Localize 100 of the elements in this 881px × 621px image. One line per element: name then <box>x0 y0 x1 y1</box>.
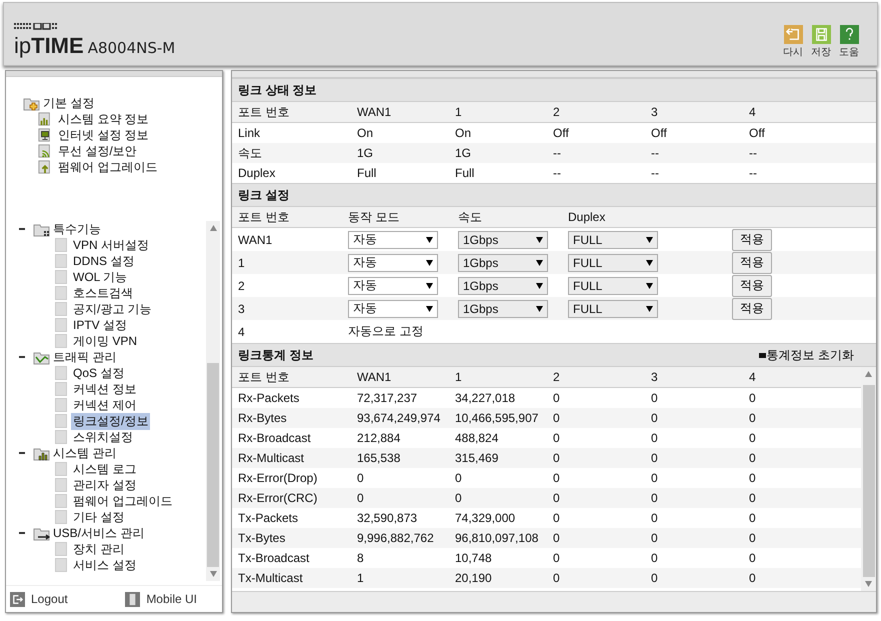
table-cell-text: 0 <box>553 491 561 505</box>
menu-item[interactable]: 스위치설정 <box>71 428 135 446</box>
menu-item[interactable]: WOL 기능 <box>71 268 130 286</box>
menu-item[interactable]: 시스템 요약 정보 <box>58 110 149 128</box>
row-label: Rx-Bytes <box>238 411 288 425</box>
menu-item[interactable]: 장치 관리 <box>71 540 126 558</box>
menu-item[interactable]: 관리자 설정 <box>71 476 138 494</box>
reset-stats-link[interactable]: 통계정보 초기화 <box>758 346 854 364</box>
scroll-up-icon[interactable] <box>865 371 872 377</box>
scroll-down-icon[interactable] <box>210 571 216 578</box>
apply-button[interactable]: 적용 <box>732 298 772 320</box>
apply-button[interactable]: 적용 <box>732 274 772 296</box>
table-cell-text: -- <box>651 146 660 160</box>
row-label: 3 <box>238 302 246 316</box>
row-label: 2 <box>238 278 246 292</box>
menu-group[interactable]: 트래픽 관리 <box>53 348 116 366</box>
scroll-up-icon[interactable] <box>210 224 216 231</box>
bar-chart-icon <box>38 112 52 126</box>
scrollbar[interactable] <box>206 221 220 581</box>
table-cell-text: 0 <box>749 491 757 505</box>
column-header: Duplex <box>568 210 606 224</box>
menu-item[interactable]: 기타 설정 <box>71 508 126 526</box>
table-cell-text: 8 <box>357 551 365 565</box>
page-icon <box>55 254 67 268</box>
menu-item[interactable]: 호스트검색 <box>71 284 135 302</box>
save-icon[interactable] <box>812 25 830 44</box>
menu-item[interactable]: IPTV 설정 <box>71 316 130 334</box>
column-header: 포트 번호 <box>238 104 290 120</box>
table-cell-text: -- <box>749 166 758 180</box>
column-header: 동작 모드 <box>348 208 400 226</box>
toolbar-button[interactable]: 저장 <box>811 25 831 59</box>
menu-item[interactable]: DDNS 설정 <box>71 252 136 270</box>
phone-icon[interactable] <box>125 592 140 606</box>
reset-icon[interactable] <box>758 352 766 358</box>
menu-item[interactable]: 커넥션 제어 <box>71 396 138 414</box>
menu-item[interactable]: 서비스 설정 <box>71 556 138 574</box>
help-icon[interactable] <box>840 25 858 44</box>
table-cell-text: -- <box>651 166 660 180</box>
toolbar-button[interactable]: 도움 <box>839 25 859 59</box>
column-header: 1 <box>455 370 463 384</box>
menu-item[interactable]: 링크설정/정보 <box>71 412 150 430</box>
toolbar-button[interactable]: 다시 <box>783 25 803 59</box>
page-icon <box>55 334 67 348</box>
menu-item[interactable]: 게이밍 VPN <box>71 332 140 350</box>
menu-item[interactable]: VPN 서버설정 <box>71 236 152 254</box>
caret-icon <box>536 282 543 288</box>
mode-dropdown[interactable]: 자동 <box>348 276 438 294</box>
table-cell-text: 0 <box>651 451 659 465</box>
row-label: WAN1 <box>238 232 274 246</box>
logout-link[interactable]: Logout <box>10 592 68 606</box>
apply-button[interactable]: 적용 <box>732 252 772 274</box>
row-label: Tx-Broadcast <box>238 551 310 565</box>
scrollbar[interactable] <box>861 367 876 591</box>
table-cell-text: Off <box>651 126 668 140</box>
table-cell-text: 0 <box>651 391 659 405</box>
row-label: Duplex <box>238 166 276 180</box>
menu-item[interactable]: 시스템 로그 <box>71 460 138 478</box>
column-header: WAN1 <box>357 105 392 119</box>
page-icon <box>55 510 67 524</box>
mode-dropdown[interactable]: 자동 <box>348 254 438 272</box>
table-cell-text: 74,329,000 <box>455 511 516 525</box>
menu-item[interactable]: 인터넷 설정 정보 <box>58 126 149 144</box>
mode-dropdown[interactable]: 자동 <box>348 300 438 318</box>
mode-dropdown[interactable]: 자동 <box>348 230 438 248</box>
menu-group[interactable]: 특수기능 <box>53 220 101 238</box>
menu-item[interactable]: 무선 설정/보안 <box>58 142 137 160</box>
logout-icon[interactable] <box>10 592 25 606</box>
menu-group[interactable]: 기본 설정 <box>43 94 94 112</box>
menu-item[interactable]: 공지/광고 기능 <box>71 300 154 318</box>
table-cell-text: 0 <box>749 411 757 425</box>
column-header: 3 <box>651 105 659 119</box>
menu-item[interactable]: 펌웨어 업그레이드 <box>58 158 158 176</box>
table-cell-text: 0 <box>651 471 659 485</box>
table-cell-text: 0 <box>357 491 365 505</box>
section-title: 링크 설정 <box>238 186 290 204</box>
column-header: 4 <box>749 370 757 384</box>
mobile-ui-link[interactable]: Mobile UI <box>125 592 197 606</box>
menu-group[interactable]: 시스템 관리 <box>53 444 116 462</box>
table-cell-text: 0 <box>651 491 659 505</box>
table-cell-text: 0 <box>553 571 561 585</box>
table-cell-text: 0 <box>749 551 757 565</box>
column-header: 4 <box>749 105 757 119</box>
table-cell-text: 0 <box>455 471 463 485</box>
page-icon <box>55 430 67 444</box>
menu-item[interactable]: QoS 설정 <box>71 364 126 382</box>
wireless-icon <box>38 144 52 158</box>
column-header: 속도 <box>458 208 483 226</box>
row-label: 4 <box>238 324 246 338</box>
menu-group[interactable]: USB/서비스 관리 <box>53 524 144 542</box>
menu-item[interactable]: 커넥션 정보 <box>71 380 138 398</box>
menu-item[interactable]: 펌웨어 업그레이드 <box>71 492 174 510</box>
table-cell-text: 0 <box>357 471 365 485</box>
apply-button[interactable]: 적용 <box>732 228 772 250</box>
scroll-down-icon[interactable] <box>865 581 872 587</box>
upload-icon <box>38 160 52 174</box>
section-title: 링크 상태 정보 <box>238 82 317 98</box>
row-label: 1 <box>238 256 246 270</box>
return-icon[interactable] <box>784 25 802 44</box>
table-cell-text: 9,996,882,762 <box>357 531 435 545</box>
row-label: Rx-Broadcast <box>238 431 312 445</box>
